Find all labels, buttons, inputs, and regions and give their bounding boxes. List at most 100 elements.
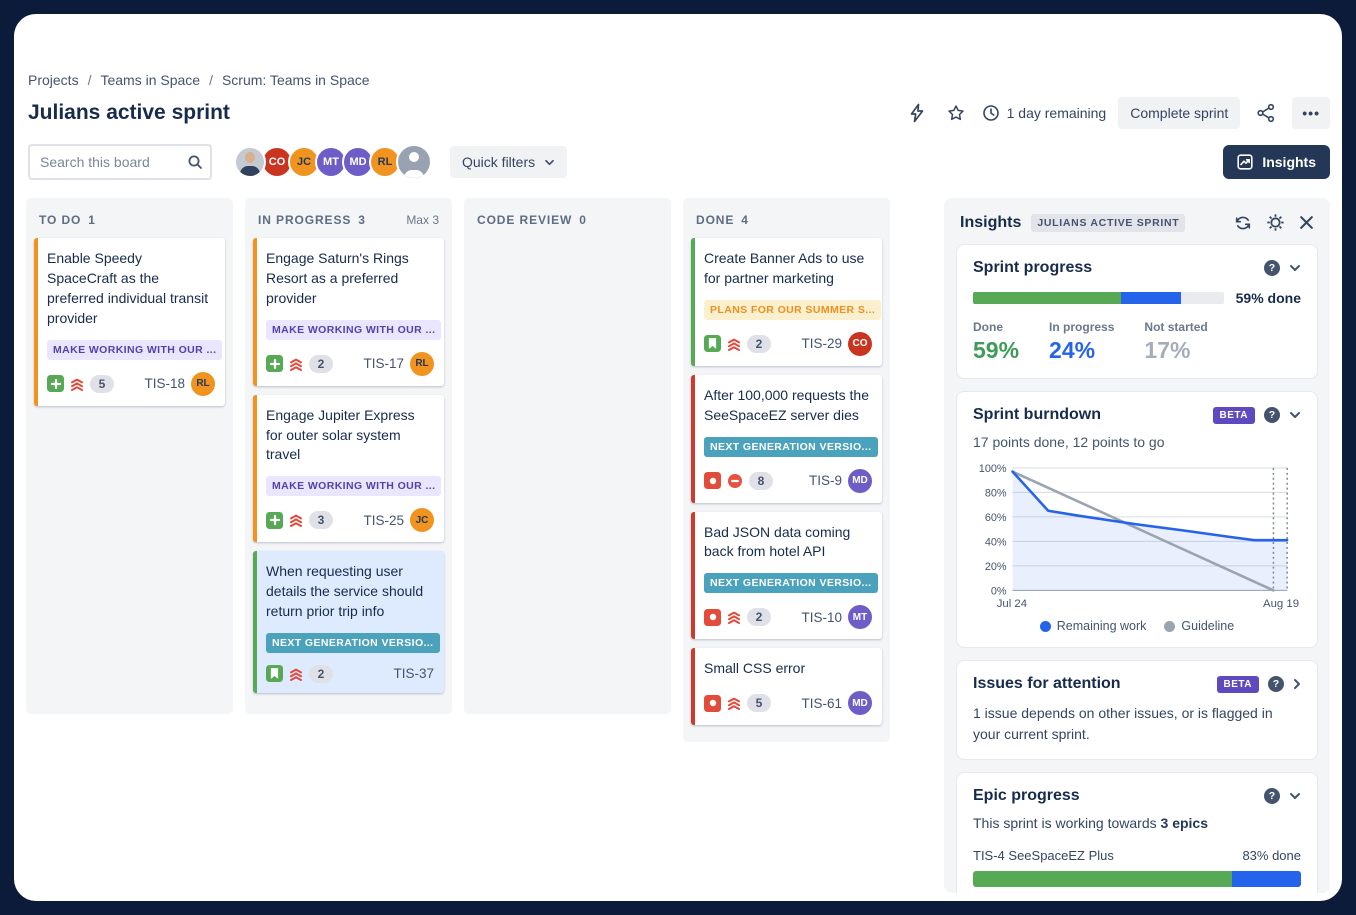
- column-in-progress: IN PROGRESS 3 Max 3 Engage Saturn's Ring…: [245, 198, 452, 714]
- refresh-icon[interactable]: [1234, 214, 1252, 232]
- issue-card[interactable]: Small CSS error 5 TIS-61 MD: [691, 648, 882, 725]
- epic-label-chip[interactable]: MAKE WORKING WITH OUR ...: [266, 476, 441, 496]
- burndown-subtitle: 17 points done, 12 points to go: [973, 434, 1301, 450]
- new-feature-icon: [266, 355, 283, 372]
- chevron-down-icon[interactable]: [1289, 411, 1301, 419]
- breadcrumb-separator: /: [209, 72, 213, 88]
- svg-text:Jul 24: Jul 24: [997, 598, 1027, 610]
- issue-title: Bad JSON data coming back from hotel API: [704, 523, 872, 563]
- close-icon[interactable]: [1299, 215, 1314, 230]
- breadcrumb-projects[interactable]: Projects: [28, 72, 79, 88]
- chevron-down-icon[interactable]: [1289, 792, 1301, 800]
- issue-key[interactable]: TIS-25: [363, 513, 404, 528]
- share-icon[interactable]: [1252, 99, 1280, 127]
- assignee-avatar[interactable]: MD: [848, 691, 872, 715]
- svg-text:100%: 100%: [979, 463, 1007, 475]
- help-icon[interactable]: ?: [1268, 676, 1284, 692]
- issue-key[interactable]: TIS-17: [363, 356, 404, 371]
- issue-card[interactable]: Create Banner Ads to use for partner mar…: [691, 238, 882, 366]
- assignee-avatar[interactable]: MT: [848, 605, 872, 629]
- board: TO DO 1 Enable Speedy SpaceCraft as the …: [26, 198, 1330, 893]
- help-icon[interactable]: ?: [1264, 407, 1280, 423]
- issue-key[interactable]: TIS-61: [801, 696, 842, 711]
- chevron-down-icon: [544, 159, 555, 166]
- card-footer: 8 TIS-9 MD: [704, 469, 872, 493]
- column-header: IN PROGRESS 3 Max 3: [253, 198, 444, 238]
- issue-title: Engage Saturn's Rings Resort as a prefer…: [266, 249, 434, 309]
- issue-title: Engage Jupiter Express for outer solar s…: [266, 406, 434, 466]
- board-window: Projects / Teams in Space / Scrum: Teams…: [14, 14, 1342, 901]
- estimate-badge: 2: [747, 335, 771, 353]
- quick-filters-button[interactable]: Quick filters: [450, 146, 567, 178]
- issue-card[interactable]: Engage Saturn's Rings Resort as a prefer…: [253, 238, 444, 386]
- issue-key[interactable]: TIS-9: [809, 473, 842, 488]
- issues-for-attention-card: Issues for attention BETA ? 1 issue depe…: [956, 660, 1318, 760]
- issue-card[interactable]: Bad JSON data coming back from hotel API…: [691, 512, 882, 640]
- avatar-unassigned[interactable]: [396, 144, 432, 180]
- new-feature-icon: [266, 512, 283, 529]
- help-icon[interactable]: ?: [1264, 788, 1280, 804]
- board-toolbar: CO JC MT MD RL Quick filters Insights: [26, 144, 1330, 180]
- insights-toggle-button[interactable]: Insights: [1223, 145, 1330, 179]
- lightning-icon[interactable]: [904, 99, 930, 127]
- sprint-progress-card: Sprint progress ? 59% done Done 59%: [956, 244, 1318, 379]
- column-header: CODE REVIEW 0: [472, 198, 663, 238]
- new-feature-icon: [47, 375, 64, 392]
- legend-dot: [1164, 621, 1175, 632]
- column-name: CODE REVIEW: [477, 213, 572, 227]
- svg-text:Aug 19: Aug 19: [1263, 598, 1299, 610]
- issue-key[interactable]: TIS-29: [801, 336, 842, 351]
- version-label-chip[interactable]: NEXT GENERATION VERSIO...: [704, 437, 878, 457]
- complete-sprint-button[interactable]: Complete sprint: [1118, 97, 1240, 129]
- chevron-right-icon[interactable]: [1293, 678, 1301, 690]
- gear-icon[interactable]: [1266, 213, 1285, 232]
- breadcrumb-team[interactable]: Teams in Space: [100, 72, 200, 88]
- assignee-avatar[interactable]: JC: [410, 508, 434, 532]
- issue-card[interactable]: After 100,000 requests the SeeSpaceEZ se…: [691, 375, 882, 503]
- priority-highest-icon: [70, 377, 84, 391]
- version-label-chip[interactable]: NEXT GENERATION VERSIO...: [704, 573, 878, 593]
- beta-badge: BETA: [1213, 407, 1255, 424]
- burndown-legend: Remaining work Guideline: [973, 619, 1301, 633]
- issue-card-selected[interactable]: When requesting user details the service…: [253, 551, 444, 693]
- issue-key[interactable]: TIS-37: [393, 666, 434, 681]
- column-header: DONE 4: [691, 198, 882, 238]
- epic-label[interactable]: TIS-4 SeeSpaceEZ Plus: [973, 848, 1114, 863]
- issue-key[interactable]: TIS-18: [144, 376, 185, 391]
- epic-progress-subtitle: This sprint is working towards 3 epics: [973, 815, 1301, 831]
- assignee-avatar[interactable]: MD: [848, 469, 872, 493]
- issue-title: Enable Speedy SpaceCraft as the preferre…: [47, 249, 215, 329]
- priority-highest-icon: [727, 610, 741, 624]
- page-title: Julians active sprint: [28, 101, 230, 125]
- issue-card[interactable]: Enable Speedy SpaceCraft as the preferre…: [34, 238, 225, 406]
- epic-label-chip[interactable]: MAKE WORKING WITH OUR ...: [47, 340, 222, 360]
- assignee-avatar[interactable]: CO: [848, 332, 872, 356]
- card-footer: 3 TIS-25 JC: [266, 508, 434, 532]
- breadcrumb: Projects / Teams in Space / Scrum: Teams…: [26, 72, 1330, 88]
- board-header: Julians active sprint 1 day remaining Co…: [26, 97, 1330, 129]
- epic-label-chip[interactable]: PLANS FOR OUR SUMMER S...: [704, 300, 881, 320]
- avatar-photo[interactable]: [234, 146, 266, 178]
- star-icon[interactable]: [942, 99, 970, 127]
- assignee-avatar[interactable]: RL: [191, 372, 215, 396]
- version-label-chip[interactable]: NEXT GENERATION VERSIO...: [266, 633, 440, 653]
- svg-text:20%: 20%: [985, 561, 1007, 573]
- help-icon[interactable]: ?: [1264, 260, 1280, 276]
- insights-panel: Insights JULIANS ACTIVE SPRINT Sprint pr…: [944, 198, 1330, 893]
- card-footer: 5 TIS-18 RL: [47, 372, 215, 396]
- assignee-avatar[interactable]: RL: [410, 352, 434, 376]
- epic-label-chip[interactable]: MAKE WORKING WITH OUR ...: [266, 320, 441, 340]
- epic-progress-title: Epic progress: [973, 787, 1080, 805]
- estimate-badge: 2: [747, 608, 771, 626]
- search-icon: [187, 154, 203, 175]
- search-input[interactable]: [28, 144, 212, 180]
- progress-done-segment: [973, 292, 1121, 304]
- issue-card[interactable]: Engage Jupiter Express for outer solar s…: [253, 395, 444, 543]
- more-actions-button[interactable]: •••: [1292, 97, 1330, 129]
- priority-highest-icon: [289, 357, 303, 371]
- card-footer: 2 TIS-10 MT: [704, 605, 872, 629]
- issue-key[interactable]: TIS-10: [801, 610, 842, 625]
- breadcrumb-board[interactable]: Scrum: Teams in Space: [222, 72, 370, 88]
- chevron-down-icon[interactable]: [1289, 264, 1301, 272]
- blocked-icon: [727, 473, 743, 489]
